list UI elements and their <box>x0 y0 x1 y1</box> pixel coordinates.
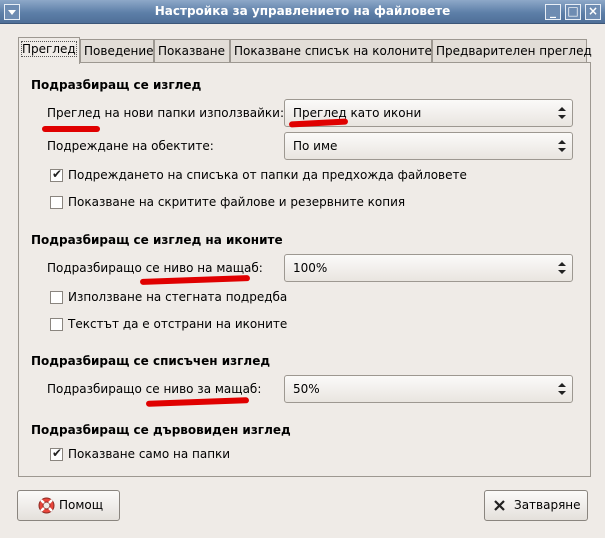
only-folders-label: Показване само на папки <box>68 447 231 461</box>
tab-preview[interactable]: Предварителен преглед <box>432 39 592 63</box>
new-folders-label: Преглед на нови папки използвайки: <box>47 106 285 120</box>
arrange-items-select[interactable]: По име <box>284 132 573 160</box>
compact-layout-label: Използване на стегната подредба <box>68 290 288 304</box>
show-hidden-label: Показване на скритите файлове и резервни… <box>68 195 406 209</box>
minimize-icon[interactable]: _ <box>545 4 561 20</box>
tab-view[interactable]: Преглед <box>18 37 80 64</box>
tab-list-columns-label: Показване списък на колоните <box>234 44 432 58</box>
new-folders-view-value: Преглед като икони <box>293 106 422 120</box>
default-view-heading: Подразбиращ се изглед <box>31 78 202 92</box>
arrange-items-value: По име <box>293 139 338 153</box>
folders-first-label: Подреждането на списъка от папки да пред… <box>68 168 467 182</box>
only-folders-checkbox[interactable] <box>50 446 63 461</box>
list-zoom-value: 50% <box>293 382 320 396</box>
tab-view-label: Преглед <box>21 41 77 57</box>
updown-arrows-icon <box>558 140 566 152</box>
list-view-heading: Подразбиращ се списъчен изглед <box>31 354 271 368</box>
tree-view-heading: Подразбиращ се дървовиден изглед <box>31 423 291 437</box>
show-hidden-checkbox[interactable] <box>50 196 63 209</box>
tab-list-columns[interactable]: Показване списък на колоните <box>230 39 432 63</box>
list-zoom-select[interactable]: 50% <box>284 375 573 403</box>
close-button-label: Затваряне <box>514 498 581 512</box>
window-title: Настройка за управлението на файловете <box>154 4 451 18</box>
help-button[interactable]: Помощ <box>17 490 120 521</box>
updown-arrows-icon <box>558 107 566 119</box>
red-underline-mark <box>42 126 100 132</box>
folders-first-checkbox[interactable] <box>50 167 63 182</box>
updown-arrows-icon <box>558 262 566 274</box>
close-window-icon[interactable]: × <box>585 4 601 20</box>
tab-display[interactable]: Показване <box>154 39 230 63</box>
updown-arrows-icon <box>558 383 566 395</box>
text-beside-icons-checkbox[interactable] <box>50 318 63 331</box>
tab-behavior[interactable]: Поведение <box>80 39 154 63</box>
text-beside-icons-label: Текстът да е отстрани на иконите <box>68 317 288 331</box>
icon-zoom-label: Подразбиращо се ниво на мащаб: <box>47 261 263 275</box>
maximize-icon[interactable]: □ <box>565 4 581 20</box>
tab-display-label: Показване <box>158 44 226 58</box>
tab-preview-label: Предварителен преглед <box>436 44 592 58</box>
arrange-items-label: Подреждане на обектите: <box>47 139 214 153</box>
list-zoom-label: Подразбиращо се ниво за мащаб: <box>47 382 262 396</box>
icon-view-heading: Подразбиращ се изглед на иконите <box>31 233 283 247</box>
icon-zoom-select[interactable]: 100% <box>284 254 573 282</box>
compact-layout-checkbox[interactable] <box>50 291 63 304</box>
icon-zoom-value: 100% <box>293 261 328 275</box>
close-x-icon <box>494 500 505 511</box>
lifebuoy-icon <box>38 497 55 514</box>
help-button-label: Помощ <box>59 498 104 512</box>
title-bar: Настройка за управлението на файловете _… <box>0 0 605 24</box>
tab-behavior-label: Поведение <box>84 44 154 58</box>
close-button[interactable]: Затваряне <box>484 490 588 521</box>
